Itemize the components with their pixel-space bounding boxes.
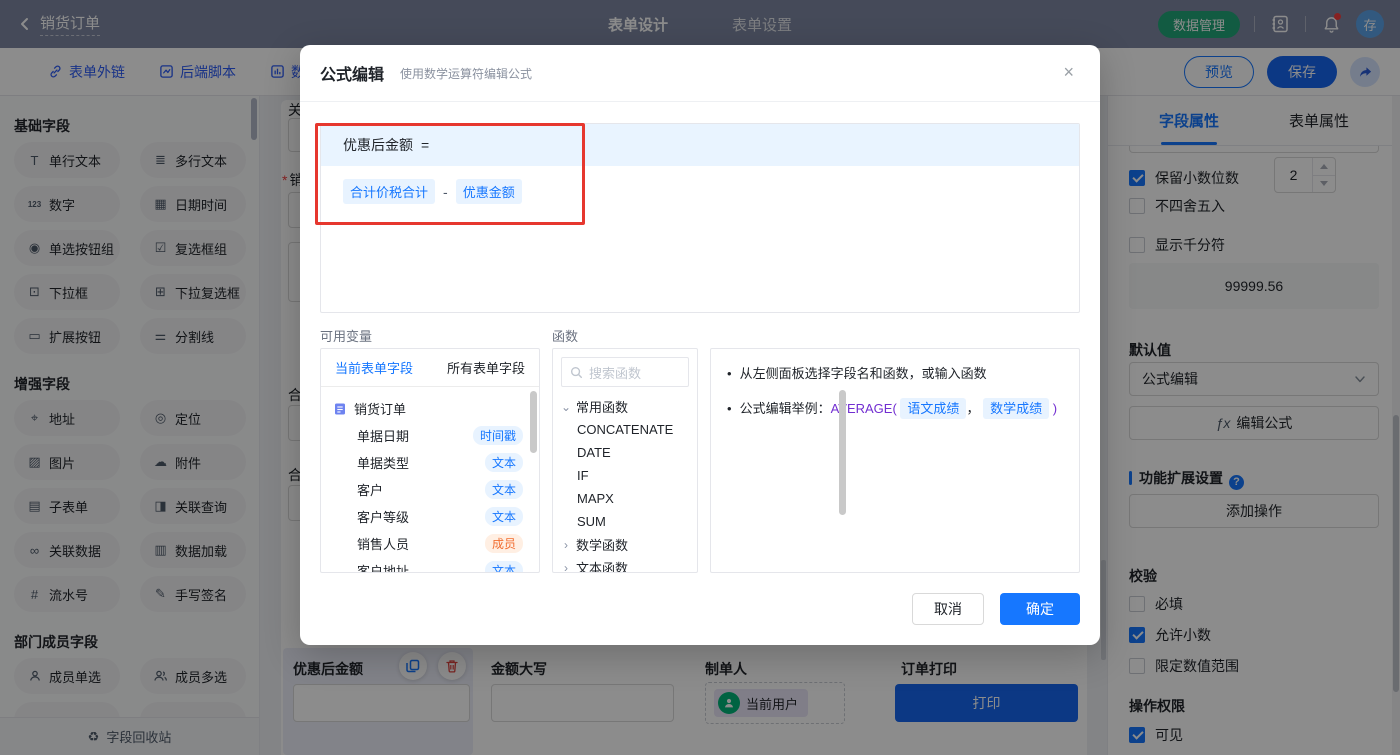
formula-help-panel: • 从左侧面板选择字段名和函数，或输入函数 • 公式编辑举例：AVERAGE( … [710,348,1080,573]
formula-target: 优惠后金额 [343,135,413,155]
chevron-right-icon: › [561,561,571,574]
type-tag: 成员 [485,534,523,553]
function-group-text[interactable]: ›文本函数 [553,556,697,573]
modal-header: 公式编辑 使用数学运算符编辑公式 × [300,45,1100,102]
variable-row[interactable]: 客户文本 [321,476,539,503]
variables-scrollbar[interactable] [530,391,537,453]
example-arg-1: 语文成绩 [900,398,966,419]
formula-editor[interactable]: 优惠后金额 = 合计价税合计 - 优惠金额 [320,123,1080,313]
function-group-common[interactable]: ⌄常用函数 [553,395,697,418]
tab-all-form-fields[interactable]: 所有表单字段 [447,358,525,377]
help-tip-1: • 从左侧面板选择字段名和函数，或输入函数 [727,364,1063,384]
function-item[interactable]: CONCATENATE [553,418,697,441]
variable-row[interactable]: 单据类型文本 [321,449,539,476]
formula-target-row: 优惠后金额 = [321,124,1079,166]
tree-root-form[interactable]: 销货订单 [321,395,539,422]
variables-panel: 当前表单字段 所有表单字段 销货订单 单据日期时间戳 单据类型文本 客户文本 客… [320,348,540,573]
modal-subtitle: 使用数学运算符编辑公式 [400,65,532,82]
close-icon[interactable]: × [1063,63,1074,81]
function-item[interactable]: IF [553,464,697,487]
minus-operator: - [443,184,448,200]
document-icon [333,402,347,416]
chevron-down-icon: ⌄ [561,400,571,414]
formula-operand-1[interactable]: 合计价税合计 [343,179,435,204]
cancel-button[interactable]: 取消 [912,593,984,625]
function-group-math[interactable]: ›数学函数 [553,533,697,556]
variables-label: 可用变量 [320,326,372,345]
formula-edit-modal: 公式编辑 使用数学运算符编辑公式 × 优惠后金额 = 合计价税合计 - 优惠金额… [300,45,1100,645]
type-tag: 时间戳 [473,426,523,445]
modal-footer: 取消 确定 [912,593,1080,625]
example-arg-2: 数学成绩 [983,398,1049,419]
example-close-paren: ) [1053,401,1057,416]
modal-title: 公式编辑 [320,61,384,85]
search-icon [570,366,583,379]
function-item[interactable]: SUM [553,510,697,533]
variable-row[interactable]: 客户等级文本 [321,503,539,530]
type-tag: 文本 [485,480,523,499]
variable-row[interactable]: 客户地址文本 [321,557,539,573]
bullet-icon: • [727,399,732,419]
functions-scrollbar[interactable] [839,390,846,515]
tab-current-form-fields[interactable]: 当前表单字段 [335,358,413,377]
search-placeholder: 搜索函数 [589,363,641,382]
formula-expression: 合计价税合计 - 优惠金额 [321,166,1079,217]
help-tip-2: • 公式编辑举例：AVERAGE( 语文成绩， 数学成绩 ) [727,399,1063,419]
type-tag: 文本 [485,453,523,472]
functions-label: 函数 [552,326,578,345]
chevron-right-icon: › [561,538,571,552]
formula-operand-2[interactable]: 优惠金额 [456,179,522,204]
type-tag: 文本 [485,561,523,573]
equals-sign: = [421,137,429,153]
function-search-input[interactable]: 搜索函数 [561,357,689,387]
variables-tree: 销货订单 单据日期时间戳 单据类型文本 客户文本 客户等级文本 销售人员成员 客… [321,387,539,573]
variable-row[interactable]: 单据日期时间戳 [321,422,539,449]
confirm-button[interactable]: 确定 [1000,593,1080,625]
variables-tabs: 当前表单字段 所有表单字段 [321,349,539,387]
function-item[interactable]: DATE [553,441,697,464]
variable-row[interactable]: 销售人员成员 [321,530,539,557]
bullet-icon: • [727,364,732,384]
function-item[interactable]: MAPX [553,487,697,510]
functions-panel: 搜索函数 ⌄常用函数 CONCATENATE DATE IF MAPX SUM … [552,348,698,573]
type-tag: 文本 [485,507,523,526]
app-window: 销货订单 表单设计 表单设置 数据管理 存 表单外链 后端脚本 [0,0,1400,755]
